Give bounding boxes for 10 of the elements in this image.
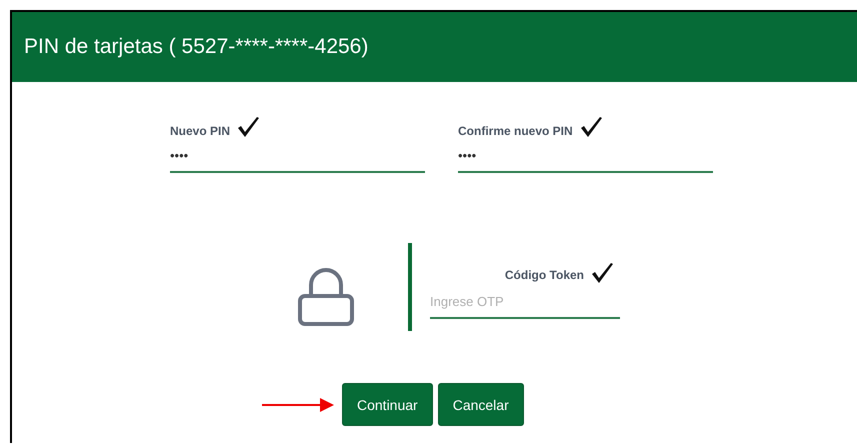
lock-icon bbox=[298, 268, 354, 326]
otp-field[interactable]: Ingrese OTP bbox=[430, 284, 620, 318]
dialog-title: PIN de tarjetas ( 5527-****-****-4256) bbox=[24, 35, 368, 59]
continue-button[interactable]: Continuar bbox=[342, 383, 433, 426]
cancel-button[interactable]: Cancelar bbox=[438, 383, 524, 426]
pin-field[interactable]: •••• bbox=[170, 138, 425, 173]
field-label: Confirme nuevo PIN bbox=[458, 124, 573, 138]
pin-field[interactable]: •••• bbox=[458, 138, 713, 173]
field-label: Código Token bbox=[504, 268, 584, 282]
field-label: Nuevo PIN bbox=[170, 124, 230, 138]
